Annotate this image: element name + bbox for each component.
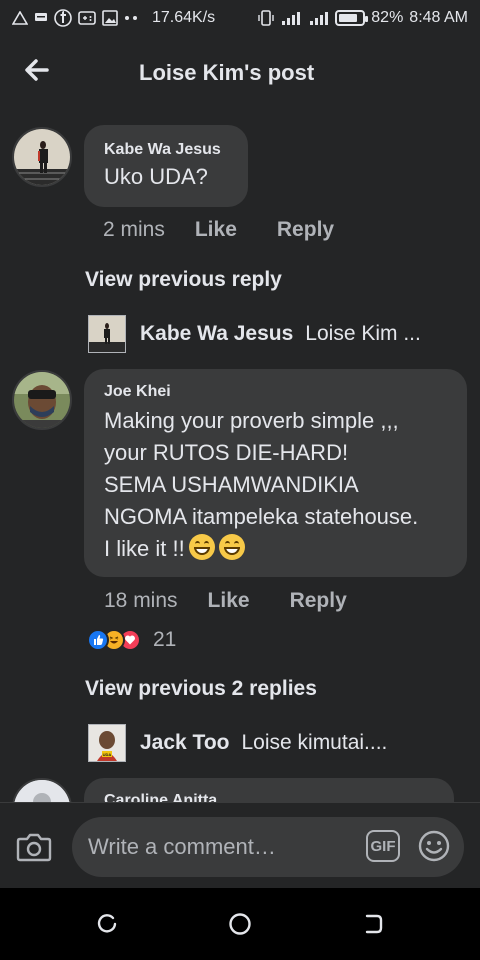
battery-percent: 82% xyxy=(371,9,404,26)
comment-author[interactable]: Joe Khei xyxy=(104,383,447,401)
home-button[interactable] xyxy=(228,912,252,936)
signal-icon xyxy=(281,10,303,26)
image-icon xyxy=(102,10,118,26)
avatar xyxy=(88,315,126,353)
comment-composer xyxy=(0,802,480,888)
comments-list[interactable]: Kabe Wa Jesus Uko UDA? 2 mins Like Reply… xyxy=(0,108,480,802)
avatar[interactable] xyxy=(12,370,72,430)
page-title: Loise Kim's post xyxy=(139,60,315,85)
comment-text: Making your proverb simple ,,, your RUTO… xyxy=(104,405,447,565)
comment-meta: 2 mins Like Reply xyxy=(103,218,374,242)
back-nav-icon xyxy=(365,914,383,934)
grinning-emoji-icon xyxy=(218,534,245,560)
comment-line: SEMA USHAMWANDIKIA xyxy=(104,472,359,497)
comment-bubble[interactable]: Caroline Anitta xyxy=(84,778,454,802)
gamepad-icon xyxy=(78,10,96,26)
avatar[interactable] xyxy=(12,127,72,187)
message-icon xyxy=(34,12,48,24)
comment-bubble[interactable]: Kabe Wa Jesus Uko UDA? xyxy=(84,125,248,207)
comment-line: NGOMA itampeleka statehouse. xyxy=(104,504,419,529)
reactions-summary[interactable]: 21 xyxy=(87,628,176,652)
comment-time: 18 mins xyxy=(104,589,178,612)
reply-button[interactable]: Reply xyxy=(277,218,334,242)
recents-button[interactable] xyxy=(95,912,119,936)
camera-icon xyxy=(16,833,52,862)
like-reaction-icon xyxy=(87,629,109,651)
comment-author[interactable]: Kabe Wa Jesus xyxy=(104,141,228,159)
facebook-icon xyxy=(54,9,72,27)
comment-line: your RUTOS DIE-HARD! xyxy=(104,440,349,465)
reply-author: Kabe Wa Jesus xyxy=(140,322,294,345)
system-navigation-bar xyxy=(0,888,480,960)
reply-button[interactable]: Reply xyxy=(290,589,347,613)
reply-preview[interactable]: Kabe Wa Jesus Loise Kim ... xyxy=(88,315,421,353)
warning-icon xyxy=(12,11,28,25)
comment-meta: 18 mins Like Reply xyxy=(104,589,387,613)
comment-input[interactable] xyxy=(72,817,464,877)
network-speed: 17.64K/s xyxy=(152,9,216,26)
avatar: UDA xyxy=(88,724,126,762)
reaction-count: 21 xyxy=(153,628,177,651)
like-button[interactable]: Like xyxy=(195,218,237,242)
comment-line: Making your proverb simple ,,, xyxy=(104,408,399,433)
battery-icon xyxy=(335,10,369,26)
svg-text:UDA: UDA xyxy=(103,752,112,757)
emoji-button[interactable] xyxy=(418,830,450,862)
comment-text: Uko UDA? xyxy=(104,164,208,189)
gif-button[interactable]: GIF xyxy=(366,830,400,862)
comment-line-last: I like it !! xyxy=(104,533,447,565)
home-circle-icon xyxy=(229,913,251,935)
comment-author[interactable]: Caroline Anitta xyxy=(104,792,434,802)
smiley-icon xyxy=(418,830,450,862)
like-button[interactable]: Like xyxy=(208,589,250,613)
recents-icon xyxy=(97,914,117,933)
arrow-left-icon xyxy=(25,59,49,81)
reply-text: Loise Kim ... xyxy=(305,322,421,345)
reply-author: Jack Too xyxy=(140,731,230,754)
grinning-emoji-icon xyxy=(188,534,215,560)
clock: 8:48 AM xyxy=(409,9,468,26)
vibrate-icon xyxy=(257,9,275,27)
reply-preview[interactable]: UDA Jack Too Loise kimutai.... xyxy=(88,724,387,762)
reply-text: Loise kimutai.... xyxy=(241,731,388,754)
post-header: Loise Kim's post xyxy=(0,36,480,108)
view-previous-replies-link[interactable]: View previous 2 replies xyxy=(85,677,317,701)
comment-bubble[interactable]: Joe Khei Making your proverb simple ,,, … xyxy=(84,369,467,577)
status-bar: 17.64K/s 82% 8:48 AM xyxy=(0,0,480,36)
camera-button[interactable] xyxy=(16,831,52,863)
view-previous-reply-link[interactable]: View previous reply xyxy=(85,268,282,292)
avatar[interactable] xyxy=(12,778,72,802)
more-dots-icon xyxy=(124,15,138,21)
comment-time: 2 mins xyxy=(103,218,165,241)
signal-icon-2 xyxy=(309,10,329,26)
back-button[interactable] xyxy=(20,54,52,86)
comment-line: I like it !! xyxy=(104,536,185,561)
back-nav-button[interactable] xyxy=(361,912,385,936)
